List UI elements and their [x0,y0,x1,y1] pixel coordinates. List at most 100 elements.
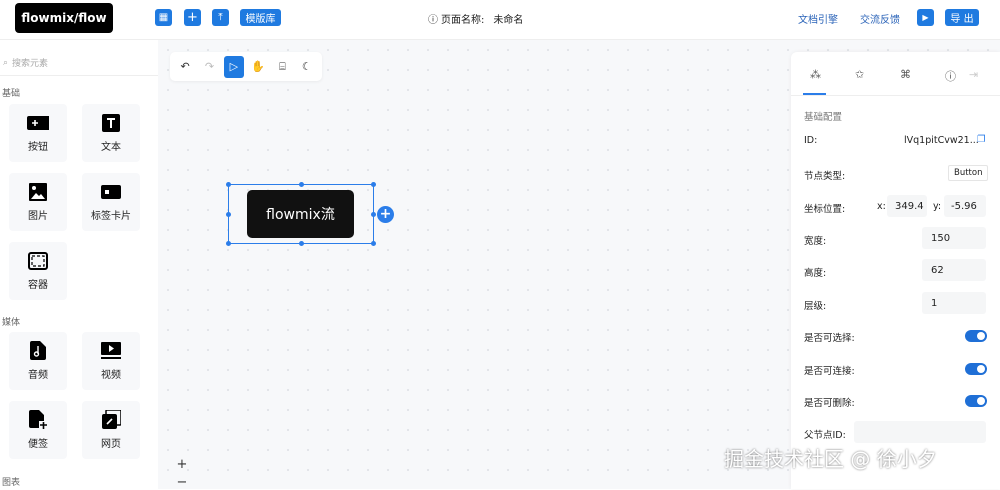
upload-button[interactable]: ⤒ [212,9,229,26]
panel-tabs: ⁂ ✩ ⌘ ⓘ ⇥ [791,52,1000,96]
page-name: ⓘ 页面名称: 未命名 [428,11,523,26]
redo-button[interactable]: ↷ [199,56,219,78]
element-label: 标签卡片 [91,210,131,222]
grid-icon: ▦ [158,12,169,23]
id-label: ID: [804,135,818,146]
element-label: 音频 [28,369,48,381]
plus-icon: + [187,10,198,25]
audio-icon [27,341,49,360]
width-input[interactable]: 150 [922,227,986,249]
element-button[interactable]: 按钮 [9,104,67,162]
element-label: 按钮 [28,141,48,153]
z-index-input[interactable]: 1 [922,292,986,314]
height-label: 高度: [804,268,827,279]
undo-button[interactable]: ↶ [175,56,195,78]
section-title: 媒体 [2,318,21,328]
page-name-label: 页面名称: [441,15,485,26]
search-input[interactable]: ⌕ 搜索元素 [0,50,158,76]
element-audio[interactable]: 音频 [9,332,67,390]
section-title: 基础 [2,89,21,99]
preview-button[interactable]: ▶ [917,9,934,26]
resize-handle[interactable] [371,182,376,187]
docs-link[interactable]: 文档引擎 [798,11,838,26]
active-tab-indicator [803,93,826,95]
webpage-icon [100,410,122,429]
note-icon [27,410,49,429]
x-input[interactable]: 349.4 [887,195,927,217]
feedback-link[interactable]: 交流反馈 [860,11,900,26]
height-input[interactable]: 62 [922,259,986,281]
template-library-button[interactable]: 模版库 [240,9,281,26]
width-label: 宽度: [804,236,827,247]
grid-button[interactable]: ▦ [155,9,172,26]
upload-icon: ⤒ [218,12,223,23]
resize-handle[interactable] [226,212,231,217]
id-value: lVq1pitCvw21... [904,135,979,146]
text-icon [100,113,122,132]
hand-icon: ✋ [251,60,265,73]
resize-handle[interactable] [226,241,231,246]
moon-icon: ☾ [301,60,312,73]
tab-style[interactable]: ✩ [855,68,864,81]
plus-icon: + [379,206,392,222]
element-image[interactable]: 图片 [9,173,67,231]
code-icon: ⌘ [900,68,911,81]
selectable-label: 是否可选择: [804,333,855,344]
container-icon [27,251,49,270]
button-node[interactable]: flowmix流 [247,190,354,238]
resize-handle[interactable] [371,241,376,246]
tab-basic[interactable]: ⁂ [810,68,821,81]
element-tag-card[interactable]: 标签卡片 [82,173,140,231]
canvas-toolbar: ↶ ↷ ▷ ✋ ⌸ ☾ [170,52,322,81]
resize-handle[interactable] [299,182,304,187]
y-input[interactable]: -5.96 [944,195,986,217]
header: flowmix/flow ▦ + ⤒ 模版库 ⓘ 页面名称: 未命名 文档引擎 … [0,0,1000,40]
zoom-out-button[interactable]: − [172,475,192,490]
position-label: 坐标位置: [804,204,846,215]
selectable-toggle[interactable] [965,330,987,342]
element-label: 视频 [101,369,121,381]
watermark: 掘金技术社区 @ 徐小夕 [724,447,937,471]
element-label: 文本 [101,141,121,153]
clear-button[interactable]: ⌸ [272,56,292,78]
node-type-value: Button [948,165,989,181]
resize-handle[interactable] [299,241,304,246]
collapse-panel-button[interactable]: ⇥ [969,68,978,81]
copy-icon[interactable]: ❐ [977,134,986,145]
y-label: y: [933,201,942,212]
element-container[interactable]: 容器 [9,242,67,300]
undo-icon: ↶ [180,60,190,73]
add-button[interactable]: + [184,9,201,26]
resize-handle[interactable] [371,212,376,217]
add-connection-button[interactable]: + [377,206,394,223]
connectable-toggle[interactable] [965,363,987,375]
z-index-label: 层级: [804,301,827,312]
tab-data[interactable]: ⌘ [900,68,911,81]
info-icon: ⓘ [428,15,438,26]
element-note[interactable]: 便签 [9,401,67,459]
section-title: 基础配置 [804,112,843,123]
redo-icon: ↷ [204,60,215,73]
search-placeholder: 搜索元素 [12,59,49,69]
logo[interactable]: flowmix/flow [15,3,113,33]
element-text[interactable]: 文本 [82,104,140,162]
theme-toggle-button[interactable]: ☾ [297,56,317,78]
page-name-value[interactable]: 未命名 [493,11,523,26]
broom-icon: ⌸ [279,59,286,73]
element-label: 网页 [101,438,121,450]
collapse-icon: ⇥ [969,68,979,81]
deletable-label: 是否可删除: [804,398,855,409]
resize-handle[interactable] [226,182,231,187]
export-button[interactable]: 导 出 [945,9,979,26]
element-video[interactable]: 视频 [82,332,140,390]
element-webpage[interactable]: 网页 [82,401,140,459]
tab-info[interactable]: ⓘ [945,68,956,84]
select-tool-button[interactable]: ▷ [223,55,244,78]
parent-id-input[interactable] [854,421,986,443]
pan-tool-button[interactable]: ✋ [248,56,268,78]
tag-card-icon [100,183,122,201]
info-icon: ⓘ [945,70,956,83]
image-icon [27,182,49,201]
deletable-toggle[interactable] [965,395,987,407]
zoom-in-button[interactable]: + [172,457,192,472]
